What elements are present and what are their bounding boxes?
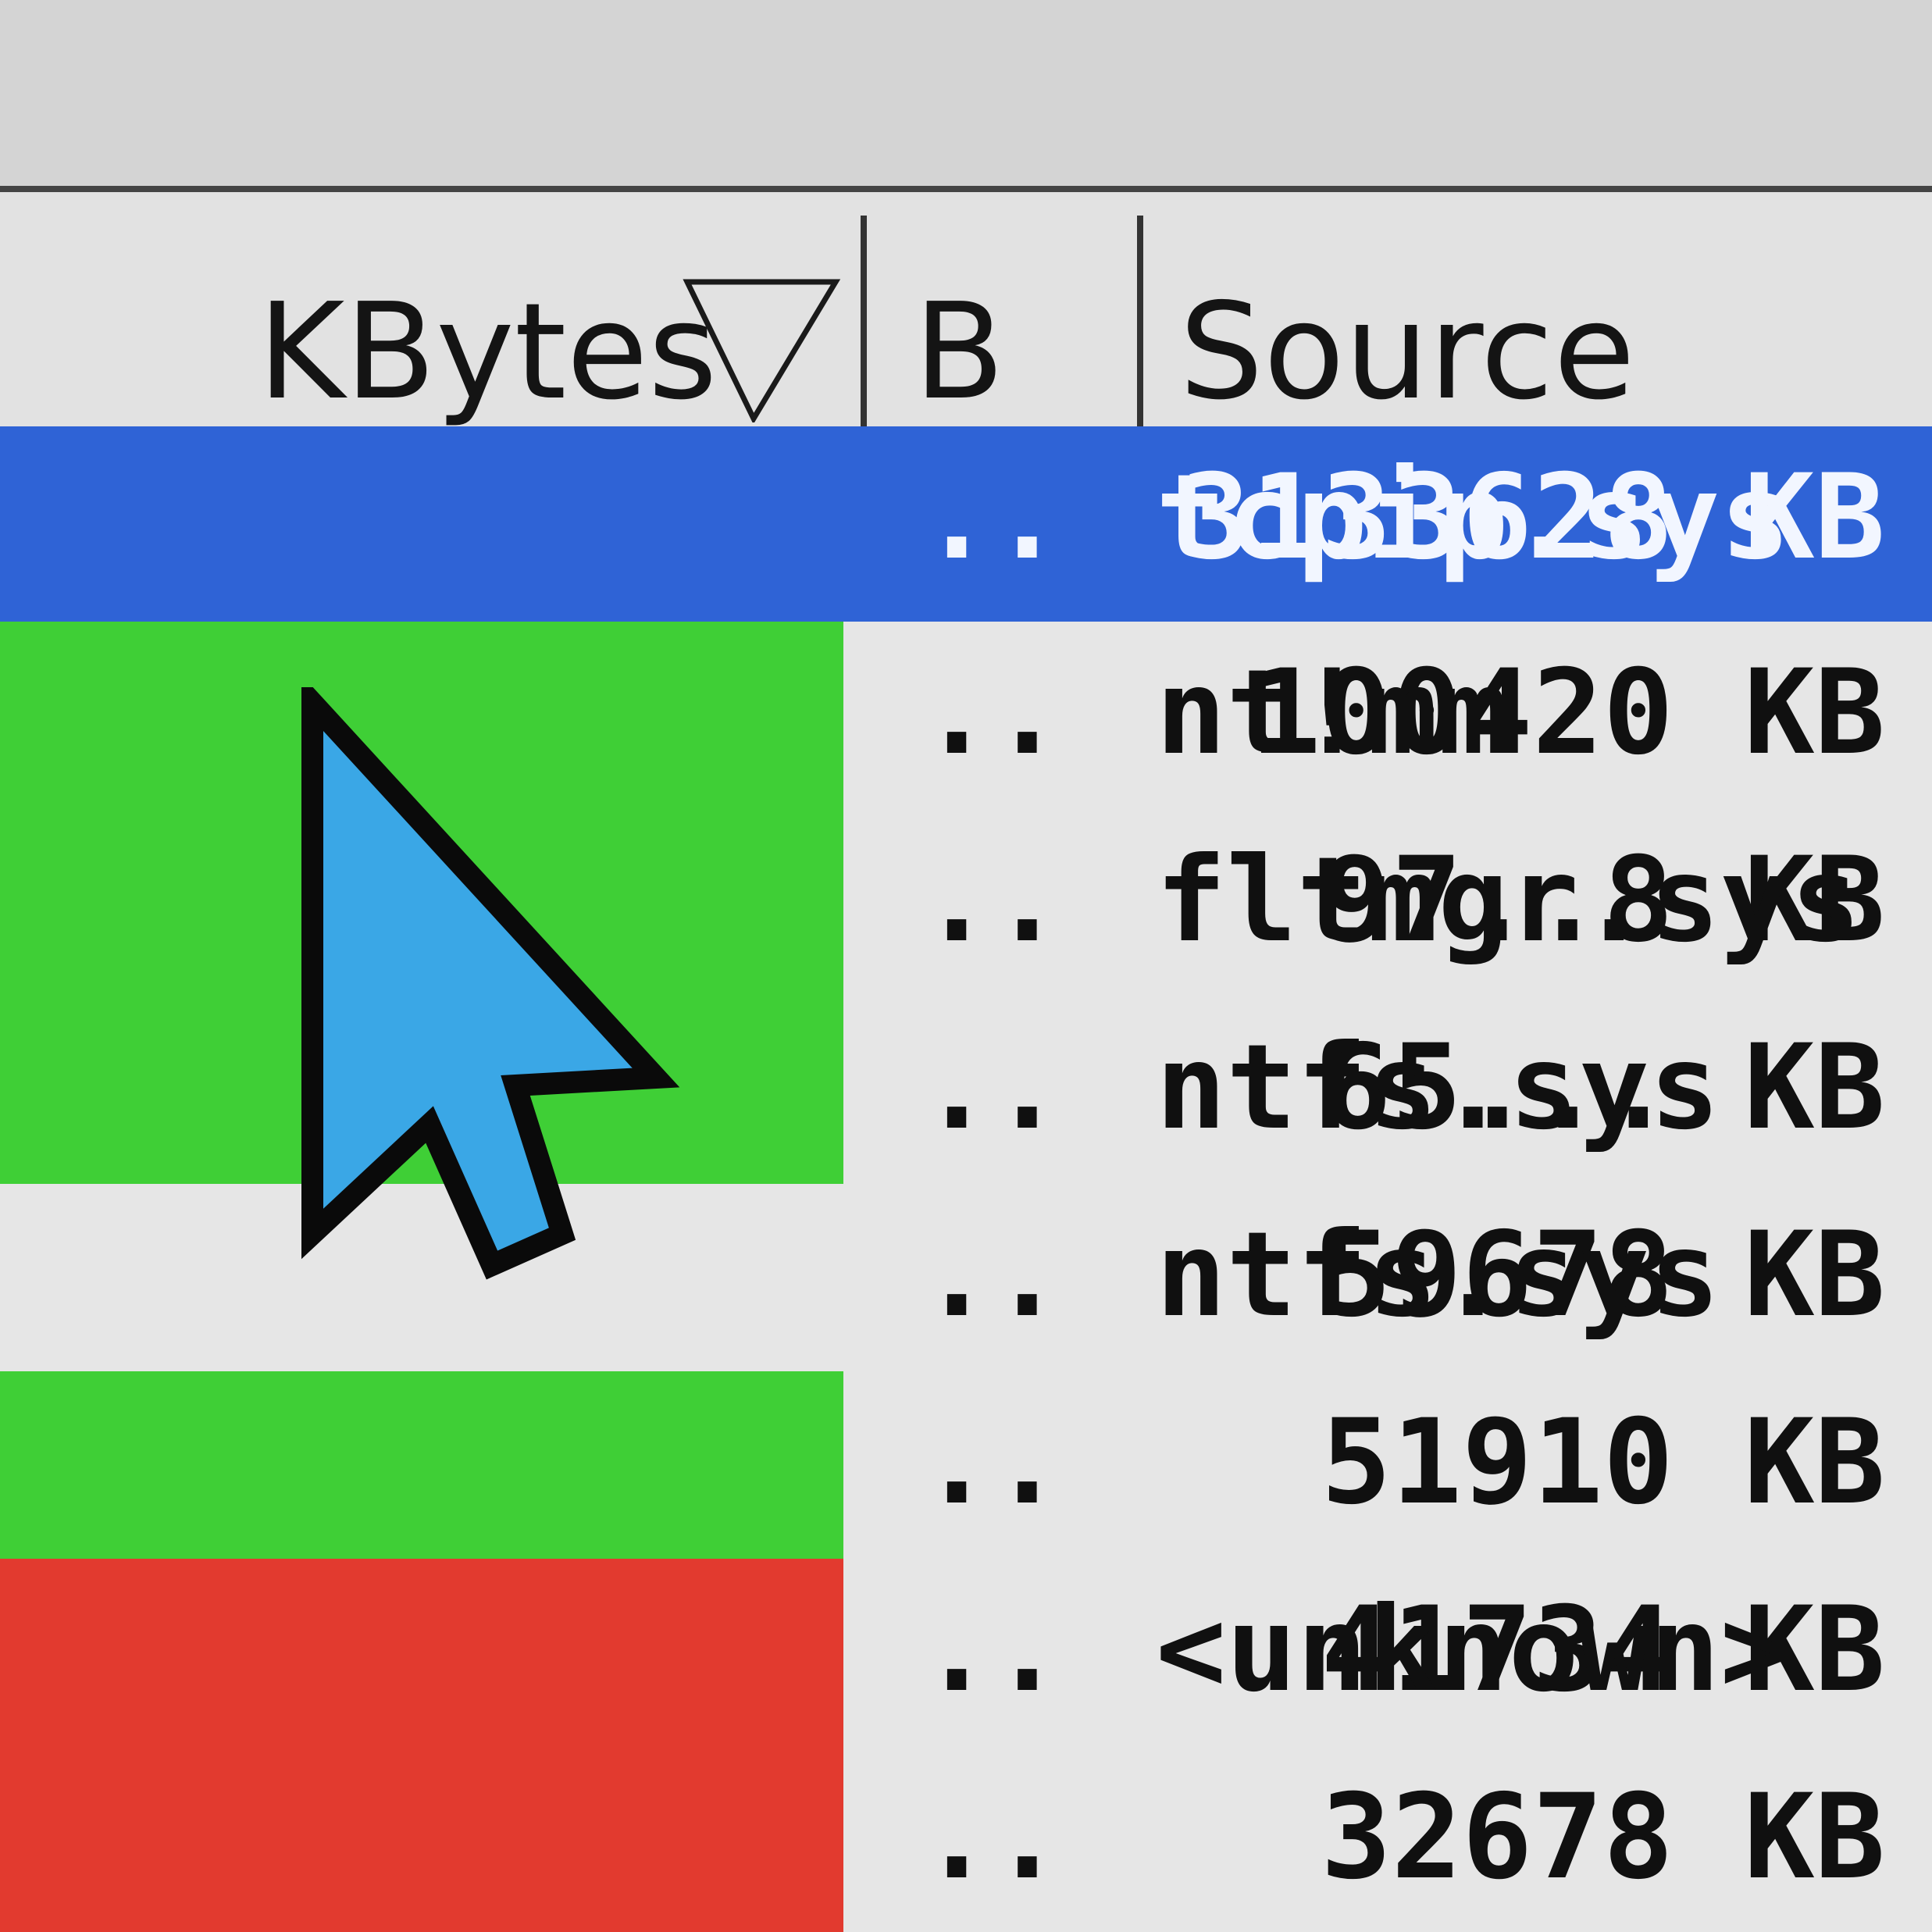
column-header-kbytes-label: KBytes (258, 275, 718, 430)
b-value: .. (921, 1020, 1063, 1156)
table-row[interactable]: 41734 KB .. <unknown> (0, 1559, 1932, 1746)
column-divider[interactable] (1137, 216, 1143, 426)
column-header-b[interactable]: B ... (867, 192, 1140, 551)
b-value: .. (921, 1395, 1063, 1531)
top-divider (0, 186, 1932, 192)
b-value: .. (921, 1582, 1063, 1718)
toolbar-area (0, 0, 1932, 187)
b-value: .. (921, 450, 1063, 586)
source-value: tcpip.sys (1156, 450, 1791, 586)
column-header-kbytes[interactable]: KBytes (0, 192, 859, 426)
source-value: ntfs.sys (1156, 1207, 1720, 1343)
kbytes-value: 32678 KB (1321, 1770, 1885, 1905)
kbytes-cell (0, 1746, 843, 1932)
column-header-source-label: Source (1179, 275, 1635, 430)
column-divider[interactable] (861, 216, 867, 426)
column-header-source[interactable]: Source (1148, 192, 1932, 426)
column-header-bar: KBytes B ... Source (0, 192, 1932, 551)
kbytes-cell (0, 426, 843, 614)
table-row[interactable]: 51910 KB .. (0, 1371, 1932, 1559)
b-value: .. (921, 645, 1063, 781)
mouse-pointer-icon (301, 687, 680, 1280)
kbytes-cell (0, 1371, 843, 1559)
sort-down-triangle-icon (683, 279, 841, 422)
b-value: .. (921, 1770, 1063, 1905)
table-row[interactable]: 3133628 KB .. tcpip.sys (0, 426, 1932, 622)
source-value: ntfs.sys (1156, 1020, 1720, 1156)
kbytes-value: 51910 KB (1321, 1395, 1885, 1531)
pool-monitor-window: KBytes B ... Source 3133628 KB .. tcpip.… (0, 0, 1932, 1932)
table-row[interactable]: 32678 KB .. (0, 1746, 1932, 1932)
source-value: nt!mm (1156, 645, 1509, 781)
b-value: .. (921, 1207, 1063, 1343)
source-value: <unknown> (1156, 1582, 1791, 1718)
source-value: fltmgr.sys (1156, 832, 1862, 968)
b-value: .. (921, 832, 1063, 968)
kbytes-cell (0, 1559, 843, 1746)
